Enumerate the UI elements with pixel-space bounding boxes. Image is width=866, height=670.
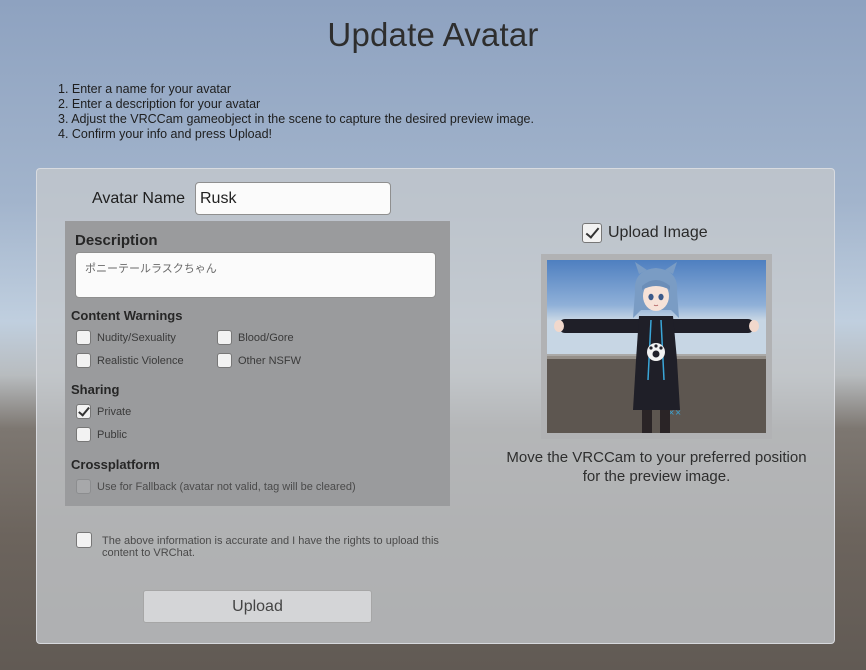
avatar-name-label: Avatar Name bbox=[92, 190, 186, 207]
other-nsfw-checkbox[interactable] bbox=[217, 353, 232, 368]
sharing-public-option[interactable]: Public bbox=[76, 427, 127, 442]
instruction-step-4: 4. Confirm your info and press Upload! bbox=[58, 127, 272, 141]
fallback-checkbox bbox=[76, 479, 91, 494]
preview-frame: ×× bbox=[541, 254, 772, 439]
upload-image-label: Upload Image bbox=[608, 224, 708, 241]
blood-gore-checkbox[interactable] bbox=[217, 330, 232, 345]
update-avatar-window: { "title": "Update Avatar", "instruction… bbox=[0, 0, 866, 670]
realistic-violence-label: Realistic Violence bbox=[97, 354, 184, 367]
other-nsfw-option[interactable]: Other NSFW bbox=[217, 353, 301, 368]
avatar-preview-image: ×× bbox=[547, 260, 766, 433]
nudity-sexuality-label: Nudity/Sexuality bbox=[97, 331, 176, 344]
private-checkbox[interactable] bbox=[76, 404, 91, 419]
avatar-preview-svg: ×× bbox=[547, 260, 766, 433]
instruction-step-3: 3. Adjust the VRCCam gameobject in the s… bbox=[58, 112, 534, 126]
description-label: Description bbox=[75, 232, 158, 249]
upload-button[interactable]: Upload bbox=[143, 590, 372, 623]
avatar-name-input[interactable] bbox=[195, 182, 391, 215]
page-title: Update Avatar bbox=[327, 16, 539, 53]
rights-agreement-checkbox[interactable] bbox=[76, 532, 92, 548]
crossplatform-heading: Crossplatform bbox=[71, 457, 160, 472]
nudity-sexuality-option[interactable]: Nudity/Sexuality bbox=[76, 330, 176, 345]
svg-text:××: ×× bbox=[668, 408, 681, 417]
hoodie bbox=[633, 316, 680, 410]
upload-image-checkbox[interactable] bbox=[582, 223, 602, 243]
instruction-step-1: 1. Enter a name for your avatar bbox=[58, 82, 232, 96]
rights-agreement[interactable]: The above information is accurate and I … bbox=[76, 532, 442, 559]
public-label: Public bbox=[97, 428, 127, 441]
realistic-violence-option[interactable]: Realistic Violence bbox=[76, 353, 184, 368]
description-input[interactable]: ポニーテールラスクちゃん bbox=[75, 252, 436, 298]
blood-gore-label: Blood/Gore bbox=[238, 331, 294, 344]
private-label: Private bbox=[97, 405, 132, 418]
realistic-violence-checkbox[interactable] bbox=[76, 353, 91, 368]
fallback-label: Use for Fallback (avatar not valid, tag … bbox=[97, 480, 356, 493]
other-nsfw-label: Other NSFW bbox=[238, 354, 301, 367]
nudity-sexuality-checkbox[interactable] bbox=[76, 330, 91, 345]
sharing-private-option[interactable]: Private bbox=[76, 404, 131, 419]
instructions: 1. Enter a name for your avatar 2. Enter… bbox=[58, 82, 534, 142]
sharing-heading: Sharing bbox=[71, 382, 120, 397]
right-arm bbox=[664, 319, 754, 333]
blood-gore-option[interactable]: Blood/Gore bbox=[217, 330, 294, 345]
content-warnings-heading: Content Warnings bbox=[71, 308, 183, 323]
upload-image-option[interactable]: Upload Image bbox=[582, 223, 708, 243]
public-checkbox[interactable] bbox=[76, 427, 91, 442]
preview-caption: Move the VRCCam to your preferred positi… bbox=[506, 449, 807, 485]
fallback-option: Use for Fallback (avatar not valid, tag … bbox=[76, 479, 356, 494]
instruction-step-2: 2. Enter a description for your avatar bbox=[58, 97, 261, 111]
rights-agreement-text: The above information is accurate and I … bbox=[102, 535, 439, 559]
